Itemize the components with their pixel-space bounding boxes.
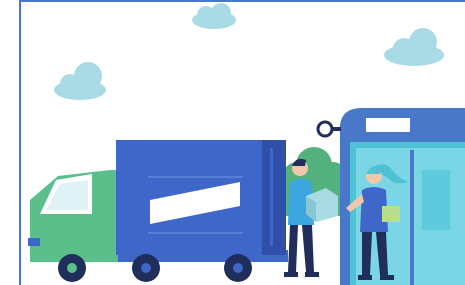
cloud-icon bbox=[192, 3, 236, 29]
delivery-scene bbox=[28, 3, 465, 285]
cloud-icon bbox=[384, 28, 444, 66]
cloud-icon bbox=[54, 62, 106, 100]
illustration-frame bbox=[0, 0, 465, 285]
truck-illustration bbox=[28, 140, 288, 282]
booth-structure bbox=[316, 108, 465, 285]
